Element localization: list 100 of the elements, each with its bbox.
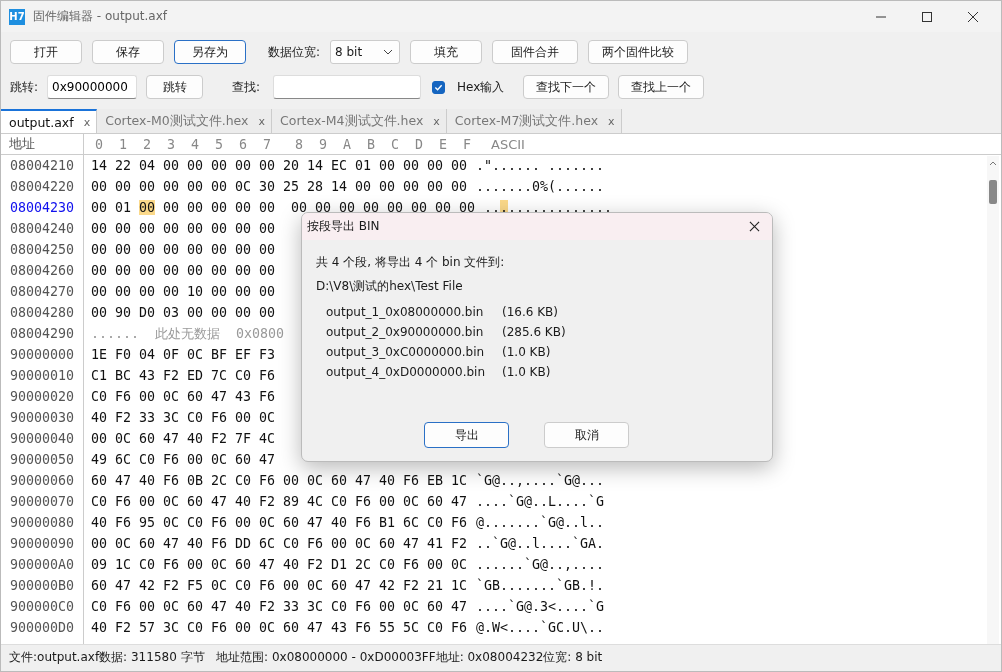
cancel-button[interactable]: 取消 — [544, 422, 629, 448]
address-cell-text: 90000020 — [9, 389, 76, 404]
ascii-char: . — [516, 200, 524, 215]
hex-bytes: C0 F6 00 0C 60 47 40 F2 — [91, 599, 275, 614]
address-cell-text: 90000000 — [9, 347, 76, 362]
hex-bytes: 60 47 43 F6 55 5C C0 F6 — [283, 620, 467, 635]
toolbar-button[interactable]: 打开 — [10, 40, 82, 64]
hex-bytes: 40 F6 95 0C C0 F6 00 0C — [91, 515, 275, 530]
ascii-text: @.......`G@..l.. — [476, 515, 605, 530]
width-select[interactable]: 8 bit — [330, 40, 401, 64]
hex-bytes: 60 47 40 F6 B1 6C C0 F6 — [283, 515, 467, 530]
column-header: F — [462, 136, 472, 152]
hex-byte[interactable]: 00 — [411, 200, 427, 215]
column-header: C — [390, 136, 400, 152]
address-cell-text: 90000010 — [9, 368, 76, 383]
checkbox[interactable] — [432, 80, 446, 94]
file-tab[interactable]: Cortex-M4测试文件.hex x — [272, 109, 447, 133]
ascii-char: . — [484, 200, 492, 215]
scroll-thumb[interactable] — [989, 180, 997, 204]
maximize-icon[interactable] — [921, 10, 933, 23]
gap-dots: ...... — [91, 326, 140, 341]
hex-byte[interactable]: 00 — [211, 200, 227, 215]
toolbar-button[interactable]: 固件合并 — [492, 40, 579, 64]
hex-byte[interactable]: 00 — [339, 200, 355, 215]
address-cell-text: 08004250 — [9, 242, 76, 257]
hex-byte[interactable]: 00 — [387, 200, 403, 215]
scroll-up-icon[interactable] — [989, 160, 997, 166]
file-tab[interactable]: Cortex-M7测试文件.hex x — [446, 109, 622, 133]
hex-bytes: 00 0C 60 47 42 F2 21 1C — [283, 578, 467, 593]
hex-bytes: 40 F2 D1 2C C0 F6 00 0C — [283, 557, 467, 572]
ascii-text: `GB.......`GB.!. — [476, 578, 605, 593]
ascii-char: . — [564, 200, 572, 215]
hex-bytes: 00 90 D0 03 00 00 00 00 — [91, 305, 275, 320]
hex-bytes: C0 F6 00 0C 60 47 40 F2 — [91, 494, 275, 509]
hex-bytes: 14 22 04 00 00 00 00 00 — [91, 158, 275, 173]
file-name: output_2_0x90000000.bin — [326, 325, 485, 339]
toolbar-button[interactable]: 填充 — [410, 40, 483, 64]
toolbar-button[interactable]: 两个固件比较 — [588, 40, 689, 64]
hex-bytes: 60 47 40 F6 0B 2C C0 F6 — [91, 473, 275, 488]
address-cell-text: 08004290 — [9, 326, 76, 341]
close-icon[interactable] — [749, 221, 760, 232]
hex-byte[interactable]: 00 — [235, 200, 251, 215]
ascii-text: .......0%(...... — [476, 179, 605, 194]
file-size: (16.6 KB) — [502, 305, 558, 319]
ascii-char: . — [556, 200, 564, 215]
toolbar-button[interactable]: 另存为 — [174, 40, 246, 64]
file-name: output_4_0xD0000000.bin — [326, 365, 486, 379]
path-text: D:\V8\测试的hex\Test File — [316, 278, 464, 295]
address-cell-text: 90000050 — [9, 452, 76, 467]
file-tab[interactable]: Cortex-M0测试文件.hex x — [97, 109, 272, 133]
search-field[interactable] — [273, 75, 422, 99]
hex-byte[interactable]: 00 — [163, 200, 179, 215]
hex-bytes: 49 6C C0 F6 00 0C 60 47 — [91, 452, 275, 467]
app-icon: H7 — [9, 8, 25, 25]
hex-bytes: 00 00 00 00 00 00 00 00 — [91, 242, 275, 257]
ascii-text: ....`G@..L....`G — [476, 494, 605, 509]
hex-byte[interactable]: 00 — [435, 200, 451, 215]
hex-byte[interactable]: 00 — [91, 200, 107, 215]
address-cell-text: 08004230 — [9, 200, 76, 215]
column-header: 6 — [238, 136, 248, 152]
hex-bytes: 00 0C 60 47 40 F6 DD 6C — [91, 536, 275, 551]
hex-byte[interactable]: 00 — [315, 200, 331, 215]
hex-bytes: C0 F6 00 0C 60 47 41 F2 — [283, 536, 467, 551]
hex-byte[interactable]: 00 — [459, 200, 475, 215]
address-field[interactable]: 0x90000000 — [47, 75, 138, 99]
hex-byte[interactable]: 00 — [187, 200, 203, 215]
address-cell-text: 90000060 — [9, 473, 76, 488]
column-header: 8 — [294, 136, 304, 152]
scrollbar[interactable] — [987, 156, 999, 644]
find-prev-button[interactable]: 查找上一个 — [618, 75, 705, 99]
column-header: 1 — [118, 136, 128, 152]
summary-text: 共 4 个段, 将导出 4 个 bin 文件到: — [316, 254, 506, 271]
close-icon[interactable] — [967, 10, 979, 23]
caret-icon — [383, 49, 394, 55]
ascii-char: . — [596, 200, 604, 215]
ascii-char: . — [532, 200, 540, 215]
ascii-char: . — [540, 200, 548, 215]
ascii-char: . — [508, 200, 516, 215]
ascii-char: . — [524, 200, 532, 215]
jump-button[interactable]: 跳转 — [146, 75, 204, 99]
hex-byte[interactable]: 00 — [363, 200, 379, 215]
field-label: 查找: — [232, 78, 261, 96]
address-cell-text: 900000C0 — [9, 599, 76, 614]
address-cell-text: 90000040 — [9, 431, 76, 446]
hex-byte[interactable]: 00 — [259, 200, 275, 215]
file-tab[interactable]: output.axf x — [1, 109, 98, 133]
hex-byte[interactable]: 00 — [291, 200, 307, 215]
column-header: 2 — [142, 136, 152, 152]
ascii-char: . — [572, 200, 580, 215]
column-header: ASCII — [491, 136, 525, 152]
hex-byte[interactable]: 00 — [139, 200, 155, 215]
address-cell-text: 08004220 — [9, 179, 76, 194]
file-name: output_1_0x08000000.bin — [326, 305, 485, 319]
export-button[interactable]: 导出 — [424, 422, 509, 448]
ascii-text: ....`G@.3<....`G — [476, 599, 605, 614]
column-header: 3 — [166, 136, 176, 152]
hex-byte[interactable]: 01 — [115, 200, 131, 215]
find-next-button[interactable]: 查找下一个 — [523, 75, 610, 99]
toolbar-button[interactable]: 保存 — [92, 40, 164, 64]
column-header: D — [414, 136, 424, 152]
